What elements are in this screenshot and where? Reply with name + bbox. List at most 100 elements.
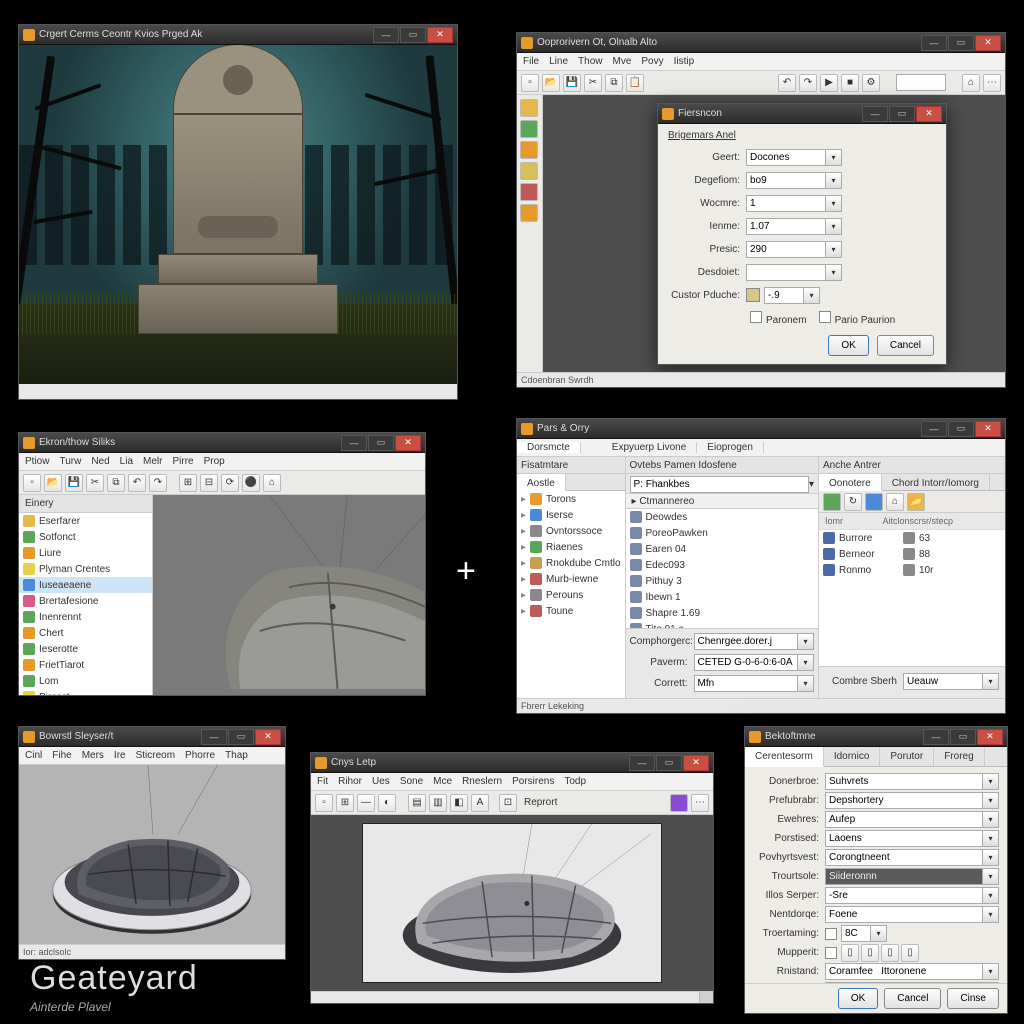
field-input[interactable] <box>825 773 983 790</box>
chevron-down-icon[interactable]: ▾ <box>826 195 842 212</box>
chevron-down-icon[interactable]: ▾ <box>983 773 999 790</box>
titlebar[interactable]: Crgert Cerms Ceontr Kvios Prged Ak — ▭ ✕ <box>19 25 457 45</box>
tool-cut-icon[interactable]: ✂ <box>584 74 602 92</box>
tb-5[interactable]: ⧉ <box>107 474 125 492</box>
menu-bar[interactable]: CinlFiheMersIreSticreomPhorreThap <box>19 747 285 765</box>
menu-item[interactable]: Povy <box>641 56 663 67</box>
list-item[interactable]: PoreoPawken <box>626 525 818 541</box>
chevron-down-icon[interactable]: ▾ <box>826 218 842 235</box>
field-input[interactable] <box>746 149 826 166</box>
field-input[interactable] <box>825 868 983 885</box>
align-3[interactable]: ▯ <box>881 944 899 962</box>
tab[interactable]: Chord Intorr/Iomorg <box>882 474 990 490</box>
field-input[interactable] <box>694 654 798 671</box>
list-item[interactable]: Edec093 <box>626 557 818 573</box>
menu-item[interactable]: Mce <box>433 776 452 787</box>
close-button[interactable]: ✕ <box>916 106 942 122</box>
minimize-button[interactable]: — <box>862 106 888 122</box>
chevron-down-icon[interactable]: ▾ <box>871 925 887 942</box>
chevron-down-icon[interactable]: ▾ <box>983 887 999 904</box>
side-tool-1[interactable] <box>520 99 538 117</box>
tab[interactable]: Idornico <box>824 747 881 766</box>
cancel-button[interactable]: Cancel <box>877 335 934 356</box>
tree-item[interactable]: Plyman Crentes <box>19 561 152 577</box>
align-1[interactable]: ▯ <box>841 944 859 962</box>
titlebar[interactable]: Cnys Letp — ▭ ✕ <box>311 753 713 773</box>
menu-item[interactable]: Ues <box>372 776 390 787</box>
field-input[interactable] <box>746 264 826 281</box>
tool-redo-icon[interactable]: ↷ <box>799 74 817 92</box>
field-input[interactable] <box>764 287 804 304</box>
tb-2[interactable]: ⊞ <box>336 794 354 812</box>
tree-item[interactable]: Brertafesione <box>19 593 152 609</box>
menu-bar[interactable]: FileLineThowMvePovyIistip <box>517 53 1005 71</box>
menu-item[interactable]: Phorre <box>185 750 215 761</box>
tb-7[interactable]: ◧ <box>450 794 468 812</box>
field-input[interactable] <box>825 792 983 809</box>
minimize-button[interactable]: — <box>923 729 949 745</box>
tb-6[interactable]: ↶ <box>128 474 146 492</box>
maximize-button[interactable]: ▭ <box>656 755 682 771</box>
tab[interactable]: Oonotere <box>819 474 882 491</box>
field-input[interactable] <box>746 218 826 235</box>
rt-3[interactable] <box>865 493 883 511</box>
close-button[interactable]: ✕ <box>683 755 709 771</box>
layer-row[interactable]: Burrore63 <box>819 530 1005 546</box>
chevron-down-icon[interactable]: ▾ <box>983 868 999 885</box>
maximize-button[interactable]: ▭ <box>948 421 974 437</box>
chevron-down-icon[interactable]: ▾ <box>983 830 999 847</box>
titlebar[interactable]: Bowrstl Sleyser/t — ▭ ✕ <box>19 727 285 747</box>
category-item[interactable]: ▸Murb-iewne <box>517 571 625 587</box>
close-button[interactable]: ✕ <box>427 27 453 43</box>
minimize-button[interactable]: — <box>201 729 227 745</box>
rt-2[interactable]: ↻ <box>844 493 862 511</box>
vis-icon[interactable] <box>903 564 915 576</box>
tree-item[interactable]: Inenrennt <box>19 609 152 625</box>
tree-item[interactable]: Lom <box>19 673 152 689</box>
category-item[interactable]: ▸Ovntorssoce <box>517 523 625 539</box>
menu-item[interactable]: Fihe <box>52 750 71 761</box>
left-tab[interactable]: Aostle <box>517 474 566 491</box>
tab[interactable]: Dorsmcte <box>517 442 581 453</box>
tool-undo-icon[interactable]: ↶ <box>778 74 796 92</box>
menu-item[interactable]: Sticreom <box>136 750 175 761</box>
side-tool-4[interactable] <box>520 162 538 180</box>
maximize-button[interactable]: ▭ <box>400 27 426 43</box>
tb-11[interactable]: ⋯ <box>691 794 709 812</box>
3d-viewport[interactable] <box>19 765 285 944</box>
side-tool-3[interactable] <box>520 141 538 159</box>
category-item[interactable]: ▸Riaenes <box>517 539 625 555</box>
menu-bar[interactable]: FitRihorUesSoneMceRneslernPorsirensTodp <box>311 773 713 791</box>
minimize-button[interactable]: — <box>921 421 947 437</box>
chevron-down-icon[interactable]: ▾ <box>826 172 842 189</box>
tb-1[interactable]: ▫ <box>23 474 41 492</box>
rt-5[interactable]: 📂 <box>907 493 925 511</box>
tool-copy-icon[interactable]: ⧉ <box>605 74 623 92</box>
property-tabs[interactable]: CerentesormIdornicoPorutorFroreg <box>745 747 1007 767</box>
tb-6[interactable]: ▥ <box>429 794 447 812</box>
ok-button[interactable]: OK <box>838 988 878 1009</box>
menu-item[interactable]: Lia <box>120 456 133 467</box>
menu-item[interactable]: Turw <box>59 456 81 467</box>
category-item[interactable]: ▸Torons <box>517 491 625 507</box>
tool-open-icon[interactable]: 📂 <box>542 74 560 92</box>
tree-item[interactable]: Liure <box>19 545 152 561</box>
tool-home-icon[interactable]: ⌂ <box>962 74 980 92</box>
menu-item[interactable]: Thap <box>225 750 248 761</box>
titlebar[interactable]: Ooprorivern Ot, Olnalb Alto — ▭ ✕ <box>517 33 1005 53</box>
tab[interactable]: Froreg <box>934 747 984 766</box>
menu-item[interactable]: Sone <box>400 776 423 787</box>
tab[interactable]: Cerentesorm <box>745 747 824 767</box>
checkbox-1[interactable]: Paronem <box>750 311 807 326</box>
tab[interactable]: Expyuerp Livone <box>602 442 698 453</box>
titlebar[interactable]: Ekron/thow Siliks — ▭ ✕ <box>19 433 425 453</box>
top-tabs[interactable]: DorsmcteExpyuerp LivoneEioprogen <box>517 439 1005 457</box>
rt-1[interactable] <box>823 493 841 511</box>
menu-item[interactable]: Ptiow <box>25 456 49 467</box>
chevron-down-icon[interactable]: ▾ <box>983 673 999 690</box>
menu-item[interactable]: Ire <box>114 750 126 761</box>
menu-item[interactable]: Cinl <box>25 750 42 761</box>
category-item[interactable]: ▸Perouns <box>517 587 625 603</box>
menu-item[interactable]: Melr <box>143 456 162 467</box>
menu-item[interactable]: Fit <box>317 776 328 787</box>
